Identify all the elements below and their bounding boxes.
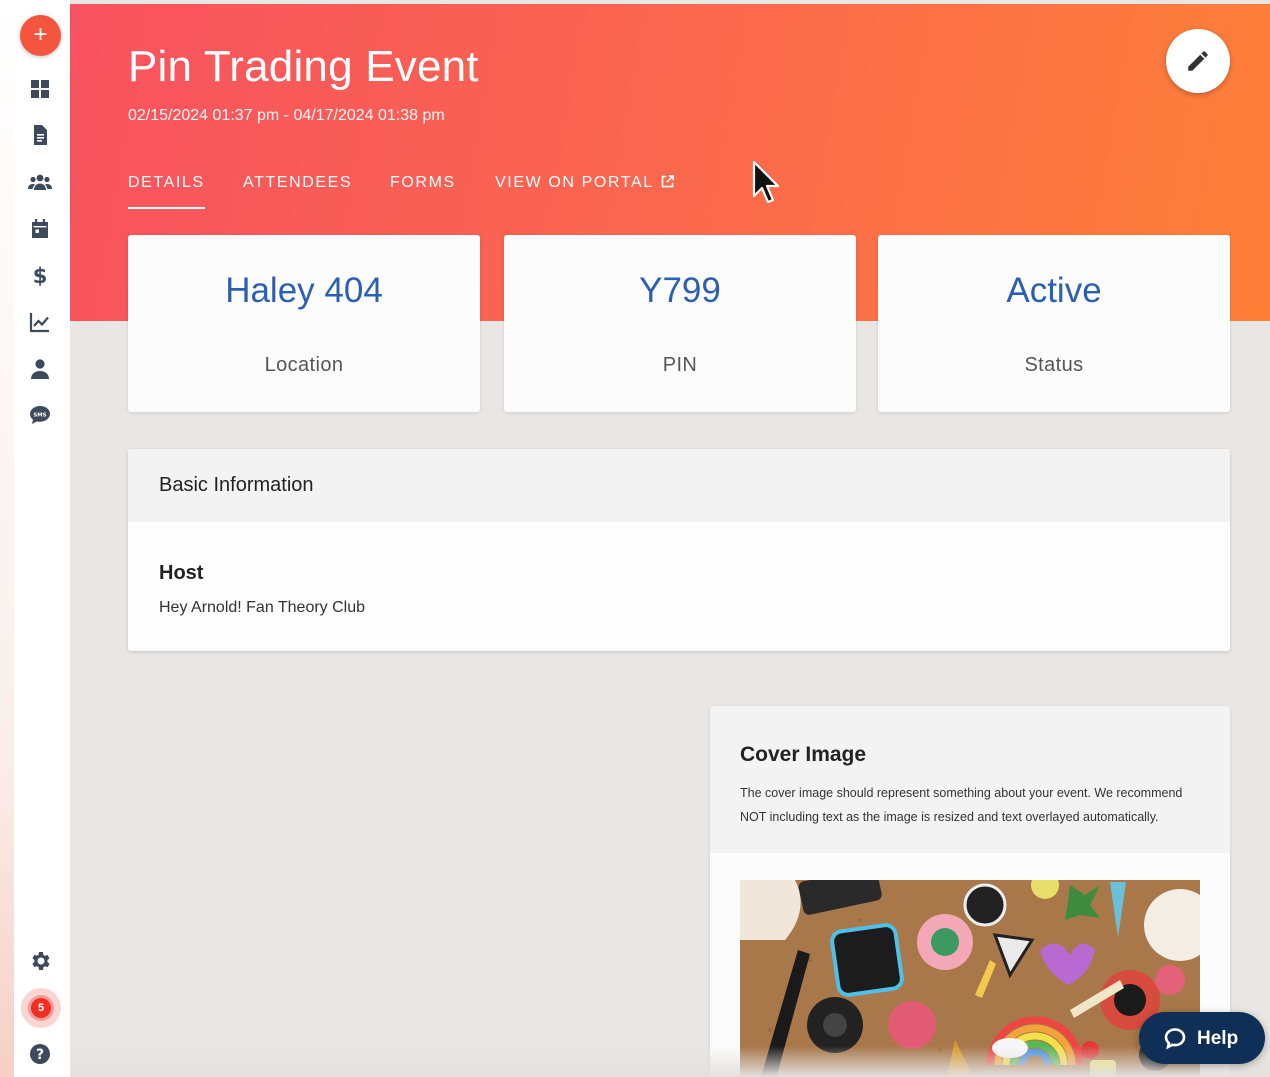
help-button[interactable]: Help — [1139, 1012, 1265, 1064]
event-dates: 02/15/2024 01:37 pm - 04/17/2024 01:38 p… — [128, 107, 445, 124]
main-content: Pin Trading Event 02/15/2024 01:37 pm - … — [70, 0, 1270, 1077]
pin-collection-photo — [740, 880, 1200, 1077]
pin-label: PIN — [662, 354, 698, 376]
stat-card-pin: Y799 PIN — [504, 235, 856, 412]
page-title: Pin Trading Event — [128, 42, 479, 91]
edit-button[interactable] — [1166, 29, 1230, 93]
tab-view-on-portal-label: VIEW ON PORTAL — [495, 174, 654, 191]
sms-icon[interactable]: SMS — [28, 403, 52, 427]
add-button[interactable]: + — [20, 15, 61, 56]
cover-image-title: Cover Image — [740, 743, 867, 766]
cover-image-description: The cover image should represent somethi… — [740, 786, 1183, 824]
calendar-icon[interactable] — [28, 217, 52, 241]
status-value: Active — [1006, 271, 1102, 310]
users-icon[interactable] — [28, 170, 52, 194]
svg-text:SMS: SMS — [33, 412, 46, 418]
tab-attendees[interactable]: ATTENDEES — [243, 174, 352, 192]
chat-bubble-icon — [1164, 1028, 1186, 1050]
notification-badge[interactable]: 5 — [21, 988, 61, 1028]
stat-card-status: Active Status — [878, 235, 1230, 412]
basic-information-card: Basic Information Host Hey Arnold! Fan T… — [128, 449, 1230, 651]
tab-forms-label: FORMS — [390, 174, 456, 191]
help-label: Help — [1197, 1028, 1239, 1049]
person-icon[interactable] — [28, 357, 52, 381]
sidebar: + $ SMS 5 ? — [14, 0, 70, 1077]
plus-icon: + — [33, 21, 48, 48]
tab-details-label: DETAILS — [128, 174, 205, 191]
document-icon[interactable] — [28, 123, 52, 147]
svg-text:?: ? — [36, 1047, 44, 1063]
tab-details[interactable]: DETAILS — [128, 174, 205, 209]
svg-text:$: $ — [33, 264, 48, 287]
notification-count: 5 — [31, 998, 51, 1018]
tab-view-on-portal[interactable]: VIEW ON PORTAL — [495, 174, 675, 194]
location-label: Location — [264, 354, 344, 376]
location-value: Haley 404 — [225, 271, 383, 310]
mouse-cursor — [752, 160, 780, 204]
host-label: Host — [159, 562, 204, 584]
stat-card-location: Haley 404 Location — [128, 235, 480, 412]
host-value: Hey Arnold! Fan Theory Club — [159, 599, 366, 616]
window-edge — [0, 0, 14, 1077]
gear-icon[interactable] — [28, 949, 52, 973]
help-circle-icon[interactable]: ? — [28, 1042, 52, 1066]
chart-icon[interactable] — [28, 310, 52, 334]
status-label: Status — [1024, 354, 1084, 376]
pin-value: Y799 — [639, 271, 721, 310]
dollar-icon[interactable]: $ — [28, 263, 52, 287]
cover-image[interactable] — [740, 880, 1200, 1077]
pencil-icon — [1188, 51, 1208, 71]
dashboard-icon[interactable] — [28, 77, 52, 101]
tab-forms[interactable]: FORMS — [390, 174, 456, 192]
basic-information-heading: Basic Information — [128, 449, 1230, 522]
external-link-icon — [660, 174, 675, 194]
tab-attendees-label: ATTENDEES — [243, 174, 353, 191]
